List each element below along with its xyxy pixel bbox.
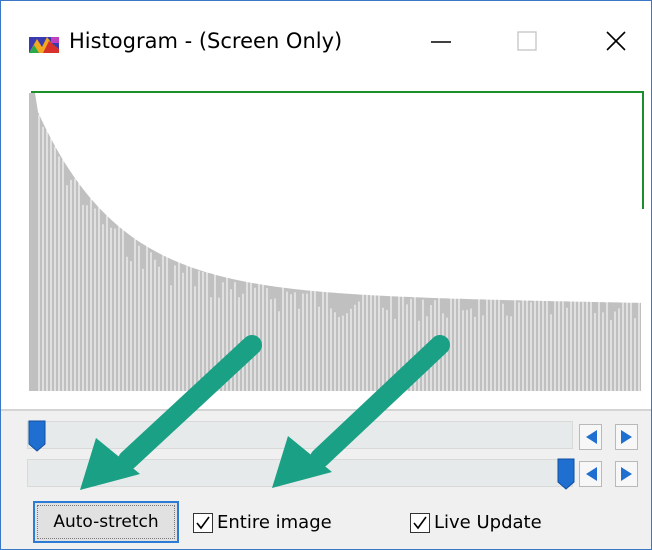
histogram-frame-line <box>31 91 644 209</box>
window-title: Histogram - (Screen Only) <box>69 29 343 53</box>
auto-stretch-label: Auto-stretch <box>37 505 175 539</box>
histogram-plot <box>29 89 647 391</box>
entire-image-label: Entire image <box>217 512 332 533</box>
checkmark-icon <box>196 516 210 529</box>
maximize-button[interactable] <box>506 23 552 61</box>
black-point-slider-thumb[interactable] <box>28 420 46 452</box>
live-update-checkbox[interactable]: Live Update <box>410 512 542 533</box>
white-point-slider-thumb[interactable] <box>557 458 575 490</box>
black-point-slider-track[interactable] <box>27 421 573 449</box>
live-update-checkbox-box[interactable] <box>410 512 430 533</box>
white-point-decrease-button[interactable] <box>579 461 602 487</box>
histogram-graph <box>29 91 644 391</box>
histogram-app-icon <box>29 37 59 53</box>
auto-stretch-button[interactable]: Auto-stretch <box>33 501 179 543</box>
title-bar[interactable]: Histogram - (Screen Only) <box>1 1 651 79</box>
black-point-increase-button[interactable] <box>615 424 638 450</box>
triangle-right-icon <box>621 430 632 444</box>
minimize-icon <box>431 41 451 43</box>
histogram-window: Histogram - (Screen Only) Auto-stretch E… <box>0 0 652 550</box>
checkmark-icon <box>413 516 427 529</box>
close-icon <box>606 31 626 51</box>
close-button[interactable] <box>597 23 643 61</box>
live-update-label: Live Update <box>434 512 542 533</box>
triangle-left-icon <box>586 430 597 444</box>
entire-image-checkbox-box[interactable] <box>193 512 213 533</box>
entire-image-checkbox[interactable]: Entire image <box>193 512 332 533</box>
minimize-button[interactable] <box>419 23 465 61</box>
white-point-increase-button[interactable] <box>615 461 638 487</box>
triangle-right-icon <box>621 467 632 481</box>
white-point-slider-track[interactable] <box>27 459 573 487</box>
triangle-left-icon <box>586 467 597 481</box>
maximize-icon <box>517 31 537 51</box>
panel-separator <box>1 409 651 411</box>
black-point-decrease-button[interactable] <box>579 424 602 450</box>
